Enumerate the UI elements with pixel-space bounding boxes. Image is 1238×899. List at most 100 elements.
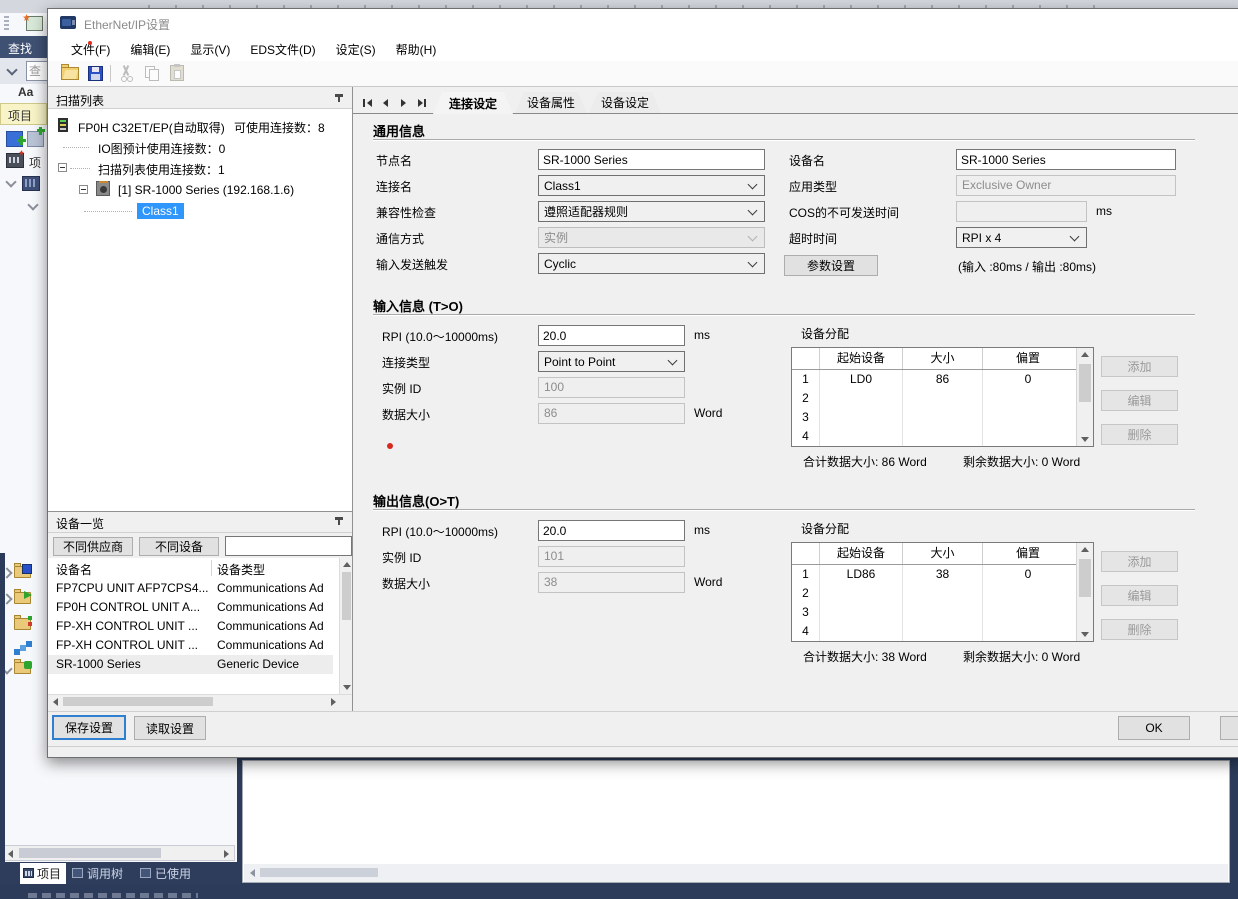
alloc-row[interactable]: 3 [792, 603, 1093, 622]
input-alloc-title: 设备分配 [801, 325, 849, 342]
side-collapse-icon-2[interactable] [27, 199, 38, 210]
device-name: FP7CPU UNIT AFP7CPS4... [56, 579, 211, 598]
parameter-settings-button[interactable]: 参数设置 [784, 255, 878, 276]
ok-button[interactable]: OK [1118, 716, 1190, 740]
input-rpi-input[interactable] [538, 325, 685, 346]
tree-row-class1[interactable]: Class1 [48, 202, 352, 220]
timeout-select[interactable]: RPI x 4 [956, 227, 1087, 248]
steps-icon[interactable] [14, 641, 32, 655]
alloc-row[interactable]: 2 [792, 389, 1093, 408]
chevron-down-icon [748, 180, 758, 190]
read-settings-button[interactable]: 读取设置 [134, 716, 206, 740]
folder-config-icon[interactable] [14, 618, 31, 630]
device-filter-input[interactable] [225, 536, 352, 556]
tree-row-root[interactable]: FP0H C32ET/EP(自动取得) 可使用连接数：8 [48, 117, 352, 135]
input-alloc-table[interactable]: 起始设备 大小 偏置 1LD0860 2 3 4 5 [791, 347, 1094, 447]
io-map-icon[interactable] [6, 153, 24, 168]
device-table-hscrollbar-thumb[interactable] [63, 697, 213, 706]
device-filter-button[interactable]: 不同设备 [139, 537, 219, 556]
connection-name-label: 连接名 [376, 178, 412, 195]
tab-nav-next[interactable] [397, 96, 412, 110]
tab-nav-last[interactable] [415, 96, 430, 110]
bottom-tab-used[interactable]: 已使用 [138, 863, 200, 884]
unit-icon[interactable] [22, 176, 40, 191]
alloc-row[interactable]: 4 [792, 622, 1093, 641]
scan-list-pin-icon[interactable] [334, 93, 344, 104]
output-alloc-vscrollbar-thumb[interactable] [1079, 559, 1091, 597]
match-case-label[interactable]: Aa [18, 85, 33, 99]
tab-connection-settings[interactable]: 连接设定 [433, 92, 513, 114]
add-unit-icon[interactable] [27, 131, 44, 147]
tree-connector [63, 147, 89, 149]
alloc-row[interactable]: 2 [792, 584, 1093, 603]
device-table-vscrollbar[interactable] [339, 558, 352, 694]
connection-name-select[interactable]: Class1 [538, 175, 765, 196]
alloc-row[interactable]: 1LD0860 [792, 370, 1093, 389]
device-table-vscrollbar-thumb[interactable] [342, 572, 351, 620]
device-row-2[interactable]: FP0H CONTROL UNIT A... Communications Ad [48, 598, 333, 617]
left-panel-hscrollbar-thumb[interactable] [19, 848, 161, 858]
alloc-row[interactable]: 3 [792, 408, 1093, 427]
dialog-titlebar[interactable]: EtherNet/IP设置 [48, 9, 1238, 37]
device-row-5[interactable]: SR-1000 Series Generic Device [48, 655, 333, 674]
device-table-hscrollbar[interactable] [48, 694, 352, 708]
device-row-4[interactable]: FP-XH CONTROL UNIT ... Communications Ad [48, 636, 333, 655]
bottom-tab-project[interactable]: 项目 [20, 863, 66, 884]
compatibility-select[interactable]: 遵照适配器规则 [538, 201, 765, 222]
folder-network-icon[interactable] [14, 662, 31, 674]
device-table-coltype[interactable]: 设备类型 [217, 561, 265, 578]
menu-help[interactable]: 帮助(H) [387, 38, 446, 61]
input-alloc-vscrollbar-thumb[interactable] [1079, 364, 1091, 402]
output-instance-value: 101 [544, 549, 564, 563]
tab-nav-first[interactable] [361, 96, 376, 110]
menu-edit[interactable]: 编辑(E) [121, 38, 179, 61]
add-device-icon[interactable] [6, 131, 23, 147]
tab-device-properties[interactable]: 设备属性 [515, 92, 587, 113]
tab-nav-prev[interactable] [379, 96, 394, 110]
folder-program-icon[interactable] [14, 566, 31, 578]
bottom-tab-calltree[interactable]: 调用树 [70, 863, 134, 884]
output-rpi-input[interactable] [538, 520, 685, 541]
input-rpi-unit: ms [694, 328, 710, 342]
device-table-colname[interactable]: 设备名 [56, 561, 92, 578]
tree-row-scanlist[interactable]: 扫描列表使用连接数：1 [48, 159, 352, 177]
collapse-box-icon[interactable] [79, 185, 88, 194]
menu-settings[interactable]: 设定(S) [327, 38, 385, 61]
device-row-3[interactable]: FP-XH CONTROL UNIT ... Communications Ad [48, 617, 333, 636]
save-icon[interactable] [88, 66, 103, 81]
device-row-1[interactable]: FP7CPU UNIT AFP7CPS4... Communications A… [48, 579, 333, 598]
left-panel-hscrollbar[interactable] [2, 845, 235, 861]
output-alloc-table[interactable]: 起始设备 大小 偏置 1LD86380 2 3 4 5 [791, 542, 1094, 642]
side-item-label[interactable]: 项 [29, 154, 41, 171]
device-list-pin-icon[interactable] [334, 516, 344, 527]
menu-eds-file[interactable]: EDS文件(D) [241, 38, 324, 61]
tab-device-settings[interactable]: 设备设定 [589, 92, 661, 113]
alloc-row[interactable]: 5 [792, 446, 1093, 447]
alloc-row[interactable]: 1LD86380 [792, 565, 1093, 584]
output-instance-field: 101 [538, 546, 685, 567]
new-item-icon[interactable] [26, 16, 43, 31]
input-trigger-select[interactable]: Cyclic [538, 253, 765, 274]
open-icon[interactable] [61, 67, 79, 80]
chevron-down-icon [668, 356, 678, 366]
workspace-hscrollbar[interactable] [244, 864, 1228, 882]
vendor-filter-button[interactable]: 不同供应商 [53, 537, 133, 556]
device-name-input[interactable] [956, 149, 1176, 170]
tree-row-io[interactable]: IO图预计使用连接数：0 [48, 138, 352, 156]
project-side-tab[interactable]: 项目 [0, 103, 47, 125]
connection-type-select[interactable]: Point to Point [538, 351, 685, 372]
workspace-hscrollbar-thumb[interactable] [260, 868, 378, 877]
node-name-input[interactable] [538, 149, 765, 170]
menu-view[interactable]: 显示(V) [181, 38, 239, 61]
tree-row-device[interactable]: [1] SR-1000 Series (192.168.1.6) [48, 181, 352, 199]
alloc-row[interactable]: 5 [792, 641, 1093, 642]
save-settings-button[interactable]: 保存设置 [52, 715, 126, 740]
input-alloc-vscrollbar[interactable] [1076, 348, 1093, 446]
folder-run-icon[interactable] [14, 592, 31, 604]
collapse-box-icon[interactable] [58, 163, 67, 172]
alloc-row[interactable]: 4 [792, 427, 1093, 446]
side-collapse-icon-1[interactable] [5, 176, 16, 187]
output-alloc-vscrollbar[interactable] [1076, 543, 1093, 641]
find-expand-icon[interactable] [6, 64, 17, 75]
cancel-button[interactable]: 取消 [1220, 716, 1238, 740]
